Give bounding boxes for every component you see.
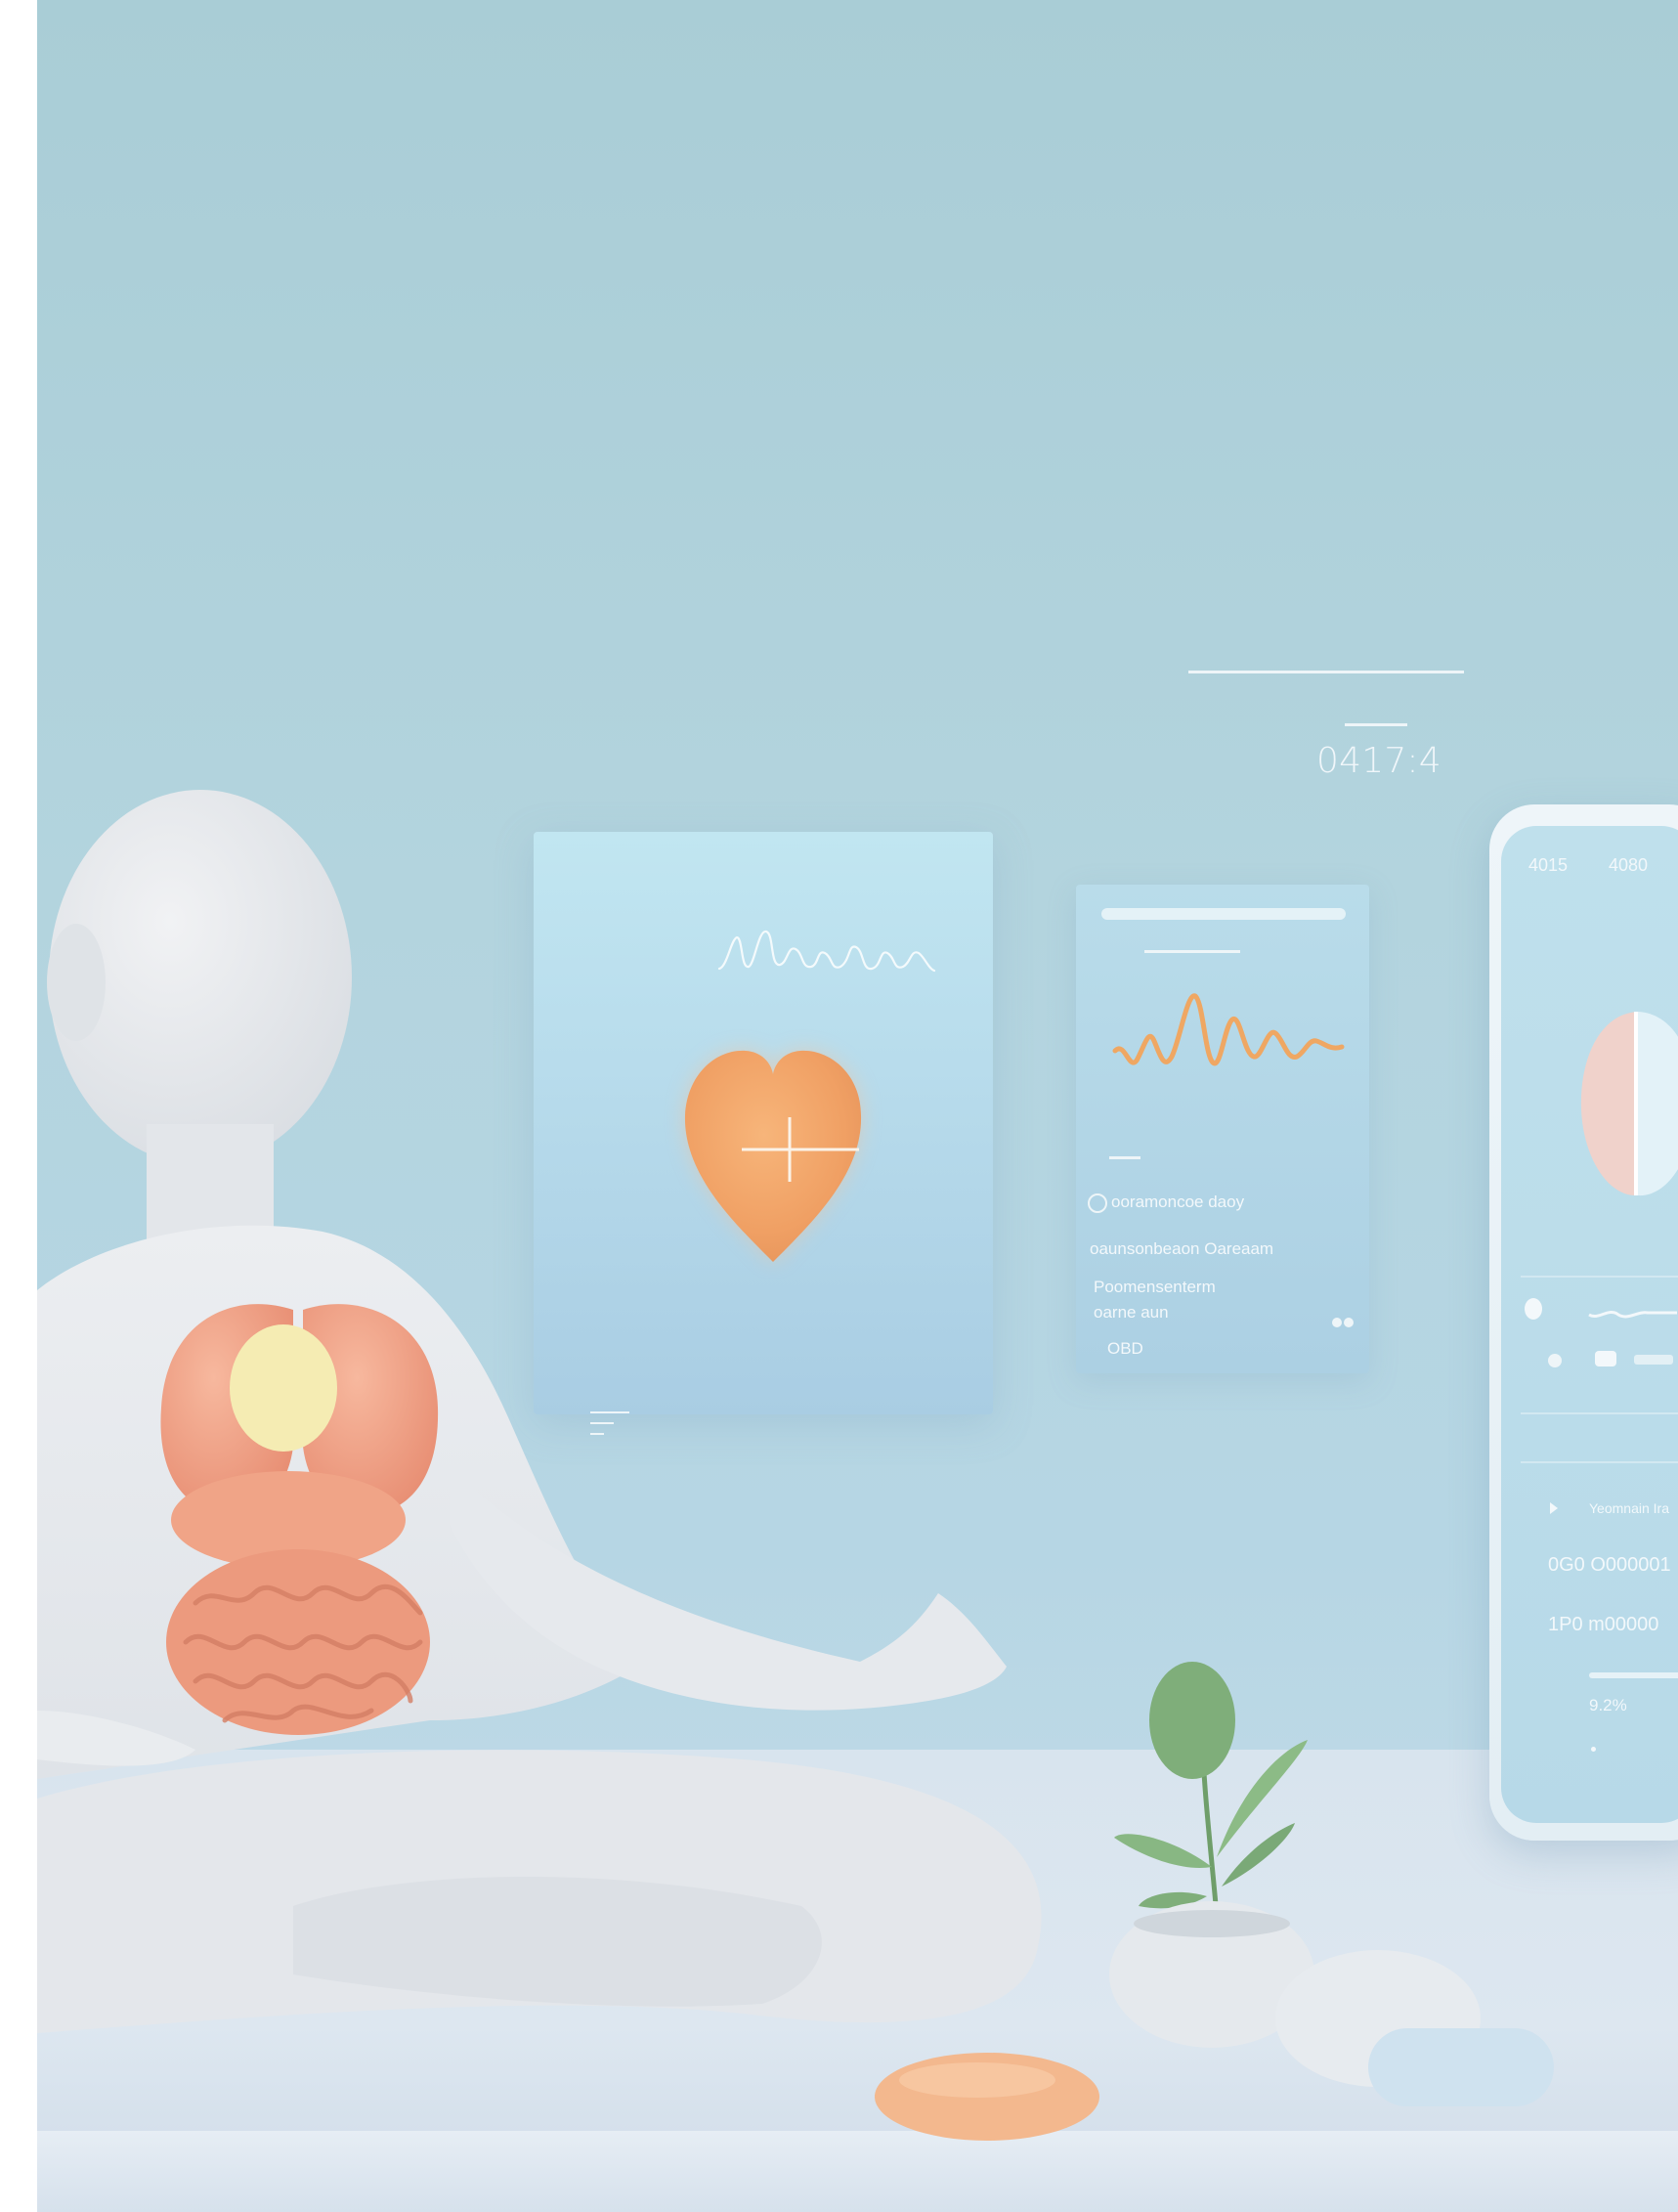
pebble-orange [875,2053,1099,2141]
phone-list-item-3: 1P0 m00000 [1548,1614,1659,1635]
smartphone-screen: 4015 4080 Yeomnain Ira 0G0 O000001 1P0 m… [1501,826,1678,1823]
pulse-wave-icon [1112,993,1345,1066]
phone-divider-2 [1521,1412,1678,1414]
record-dot-icon [1525,1298,1542,1320]
phone-list-item-2: 0G0 O000001 [1548,1554,1671,1576]
toggle-dots-icon [1332,1318,1355,1327]
display-small-rule [1345,723,1407,726]
time-readout: 0417:4 [1316,741,1441,781]
metrics-row-2: oaunsonbeaon Oareaam [1090,1239,1274,1258]
metrics-dash [1109,1156,1140,1159]
phone-status-left: 4015 [1528,855,1569,875]
phone-list-item-1: Yeomnain Ira [1589,1500,1669,1516]
wave-squiggle-icon [1588,1310,1677,1319]
display-top-rule [1188,671,1464,673]
illustration-scene: 0417:4 ooramoncoe daoy oaunsonbeaon Oare… [0,0,1678,2212]
metrics-subrule [1144,950,1240,953]
metrics-row-3: Poomensenterm [1094,1278,1216,1296]
organ-model-icon [1580,1012,1678,1196]
floor-edge [37,2131,1678,2212]
phone-status-right: 4080 [1609,855,1649,875]
small-circle-icon [1548,1354,1562,1367]
metrics-header-bar [1101,908,1346,920]
phone-divider-3 [1521,1461,1678,1463]
small-card-icon [1595,1351,1616,1366]
play-arrow-icon [1550,1502,1558,1514]
phone-bullet-icon [1591,1747,1596,1752]
metrics-row-5: OBD [1107,1339,1143,1358]
metrics-panel: ooramoncoe daoy oaunsonbeaon Oareaam Poo… [1076,885,1369,1373]
pebble-blue [1368,2028,1554,2106]
metrics-row-4: oarne aun [1094,1303,1169,1322]
phone-list-item-4: 9.2% [1589,1696,1627,1714]
phone-divider-1 [1521,1276,1678,1278]
phone-subtext-bar [1589,1672,1678,1678]
phone-text-blob [1634,1355,1673,1365]
metrics-row-1: ooramoncoe daoy [1111,1193,1245,1211]
info-circle-icon [1088,1193,1107,1213]
organs-model [160,1304,439,1735]
